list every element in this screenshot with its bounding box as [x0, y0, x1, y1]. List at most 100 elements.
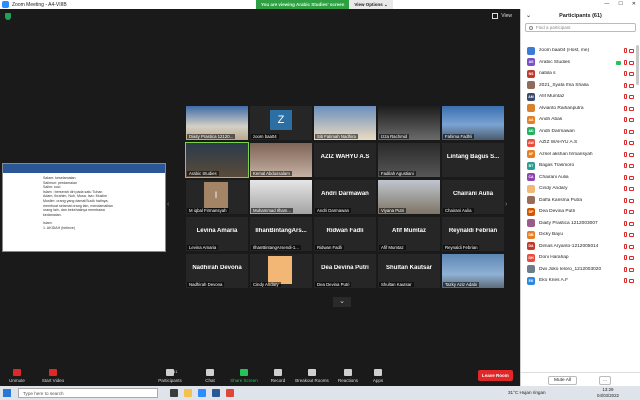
participant-tile[interactable]: Diaity Prastica 12120... — [186, 106, 248, 140]
browser-taskbar-icon[interactable] — [226, 389, 234, 397]
participant-tile[interactable]: Viyana Putri — [378, 180, 440, 214]
reactions-button[interactable]: Reactions — [331, 369, 365, 383]
record-label: Record — [270, 378, 286, 383]
participant-row[interactable]: DP Dea Devina Putri — [521, 206, 637, 218]
mute-all-button[interactable]: Mute All — [548, 376, 578, 385]
participant-tile[interactable]: Reynaldi Febrian Reynaldi Febrian — [442, 217, 504, 251]
participant-row[interactable]: DH Doni Harahap — [521, 252, 637, 264]
close-icon[interactable]: ✕ — [632, 1, 636, 7]
video-off-icon — [629, 152, 634, 157]
participant-row[interactable]: EK Eko Kries A.F — [521, 275, 637, 287]
grid-view-icon — [492, 13, 499, 19]
tile-display-name: AZIZ WAHYU A.S — [320, 154, 370, 160]
participant-avatar: AA — [527, 115, 535, 124]
windows-start-icon[interactable] — [3, 389, 11, 397]
participant-avatar — [527, 196, 535, 205]
share-screen-label: Share Screen — [230, 378, 258, 383]
participant-tile[interactable]: Dea Devina Putri Dea Devina Putri — [314, 254, 376, 288]
participant-row[interactable]: zoom baa04 (Host, me) — [521, 45, 637, 57]
taskbar-search-input[interactable]: Type here to search — [18, 388, 158, 398]
page-right-icon[interactable]: › — [505, 201, 507, 208]
participant-row[interactable]: AW AZIZ WAHYU A.S — [521, 137, 637, 149]
weather-widget[interactable]: 31°C Hujan ringan — [508, 390, 546, 395]
participant-tile[interactable]: Afif Mumtaz Afif Mumtaz — [378, 217, 440, 251]
participant-tile[interactable]: Fahima Fadhli — [442, 106, 504, 140]
participants-scrollbar[interactable] — [636, 45, 639, 85]
participant-row[interactable]: Diaity Prastica 1212003007 — [521, 218, 637, 230]
record-button[interactable]: Record — [261, 369, 295, 383]
participant-tile[interactable]: Izza Rachmid — [378, 106, 440, 140]
participants-button[interactable]: 61 Participants — [153, 369, 187, 383]
participant-avatar: AM — [527, 92, 535, 101]
security-shield-icon[interactable] — [5, 13, 11, 20]
participant-row[interactable]: DB Dicky Bayu — [521, 229, 637, 241]
participant-tile[interactable]: Shultan Kautsar Shultan Kautsar — [378, 254, 440, 288]
more-button[interactable]: ... — [599, 376, 611, 385]
task-view-icon[interactable] — [170, 389, 178, 397]
maximize-icon[interactable]: ☐ — [618, 1, 622, 7]
apps-button[interactable]: Apps — [361, 369, 395, 383]
mic-muted-icon — [624, 48, 627, 53]
participant-row[interactable]: NS nabila s — [521, 68, 637, 80]
participant-tile[interactable]: Fadilah Agustiani — [378, 143, 440, 177]
participant-row[interactable]: DA Dimas Aryanto-1212005014 — [521, 241, 637, 253]
participant-row[interactable]: Cindy Andary — [521, 183, 637, 195]
participant-tile[interactable]: Arabic Studies — [185, 142, 249, 178]
participant-row[interactable]: 2021_Syafa Ifna Shalia — [521, 80, 637, 92]
scroll-down-icon[interactable]: ⌄ — [333, 297, 351, 307]
participant-tile[interactable]: Muhammad Ilham... — [250, 180, 312, 214]
leave-room-button[interactable]: Leave Room — [478, 370, 513, 381]
view-options-button[interactable]: View Options ⌄ — [349, 0, 393, 9]
minimize-icon[interactable]: — — [604, 1, 609, 7]
participant-tile[interactable]: Chairani Aulia Chairani Aulia — [442, 180, 504, 214]
participant-tile[interactable]: AZIZ WAHYU A.S — [314, 143, 376, 177]
participant-row[interactable]: AS Arabic Studies — [521, 57, 637, 69]
participant-tile[interactable]: Kemal Abdussalam — [250, 143, 312, 177]
page-left-icon[interactable]: ‹ — [167, 201, 169, 208]
taskbar-clock[interactable]: 13:29 04/03/2022 — [597, 387, 619, 398]
participant-name: Dwi Joko Ieloro_1212003020 — [539, 266, 602, 272]
view-button[interactable]: View — [492, 13, 512, 19]
participant-row[interactable]: Daffa Karisma Putra — [521, 195, 637, 207]
participant-tile[interactable]: Cindy Andary — [250, 254, 312, 288]
chat-button[interactable]: Chat — [193, 369, 227, 383]
participant-tile[interactable]: Ridwan Fadli Ridwan Fadli — [314, 217, 376, 251]
participant-row[interactable]: AD Andri Darmawan — [521, 126, 637, 138]
participant-name: AZIZ WAHYU A.S — [539, 140, 578, 146]
participant-row[interactable]: CA Chairani Aulia — [521, 172, 637, 184]
unmute-button[interactable]: Unmute — [0, 369, 34, 383]
start-video-button[interactable]: Start Video — [36, 369, 70, 383]
participant-tile[interactable]: Levina Amaria Levina Amaria — [186, 217, 248, 251]
participant-name: Diaity Prastica 1212003007 — [539, 220, 598, 226]
participant-row[interactable]: Alvianto Raihanputra — [521, 103, 637, 115]
participant-tile[interactable]: Siti Fatimah Nadhira — [314, 106, 376, 140]
participant-tile[interactable]: Andri Darmawan Andri Darmawan — [314, 180, 376, 214]
participant-tile[interactable]: Zzoom baa04 — [250, 106, 312, 140]
participant-row[interactable]: AM Afif Mumtaz — [521, 91, 637, 103]
file-explorer-icon[interactable] — [184, 389, 192, 397]
participant-row[interactable]: AA Andri Abas — [521, 114, 637, 126]
apps-label: Apps — [372, 378, 384, 383]
tile-name-label: Ridwan Fadli — [315, 245, 344, 250]
shared-screen[interactable]: Salam: keselamatan Salimun: perdamaian Sal… — [2, 163, 166, 252]
participant-tile[interactable]: Nadhirah Devona Nadhirah Devona — [186, 254, 248, 288]
participant-avatar — [527, 184, 535, 193]
participant-tile[interactable]: Lintang Bagus S... — [442, 143, 504, 177]
meeting-toolbar: Unmute Start Video 61 Participants Chat … — [0, 368, 520, 386]
participant-tile[interactable]: Tazky Aziz Adabi — [442, 254, 504, 288]
participant-tile[interactable]: IM iqbal Firmansyah — [186, 180, 248, 214]
participants-count: 61 — [173, 369, 178, 374]
zoom-taskbar-icon[interactable] — [198, 389, 206, 397]
share-screen-button[interactable]: Share Screen — [227, 369, 261, 383]
word-taskbar-icon[interactable] — [212, 389, 220, 397]
participant-row[interactable]: BT Bagas Trasmoro — [521, 160, 637, 172]
participant-row[interactable]: Dwi Joko Ieloro_1212003020 — [521, 264, 637, 276]
collapse-chevron-icon[interactable]: ⌄ — [526, 12, 531, 19]
participant-row[interactable]: AF Azriel akshan firmansyah — [521, 149, 637, 161]
breakout-rooms-button[interactable]: Breakout Rooms — [295, 369, 329, 383]
window-controls: — ☐ ✕ — [604, 1, 636, 7]
video-off-icon — [629, 164, 634, 168]
participant-search-input[interactable]: Find a participant — [525, 23, 636, 32]
video-off-icon — [629, 60, 634, 65]
participant-tile[interactable]: IlhanBintangArs... IlhanBintangArsendi-1.… — [250, 217, 312, 251]
